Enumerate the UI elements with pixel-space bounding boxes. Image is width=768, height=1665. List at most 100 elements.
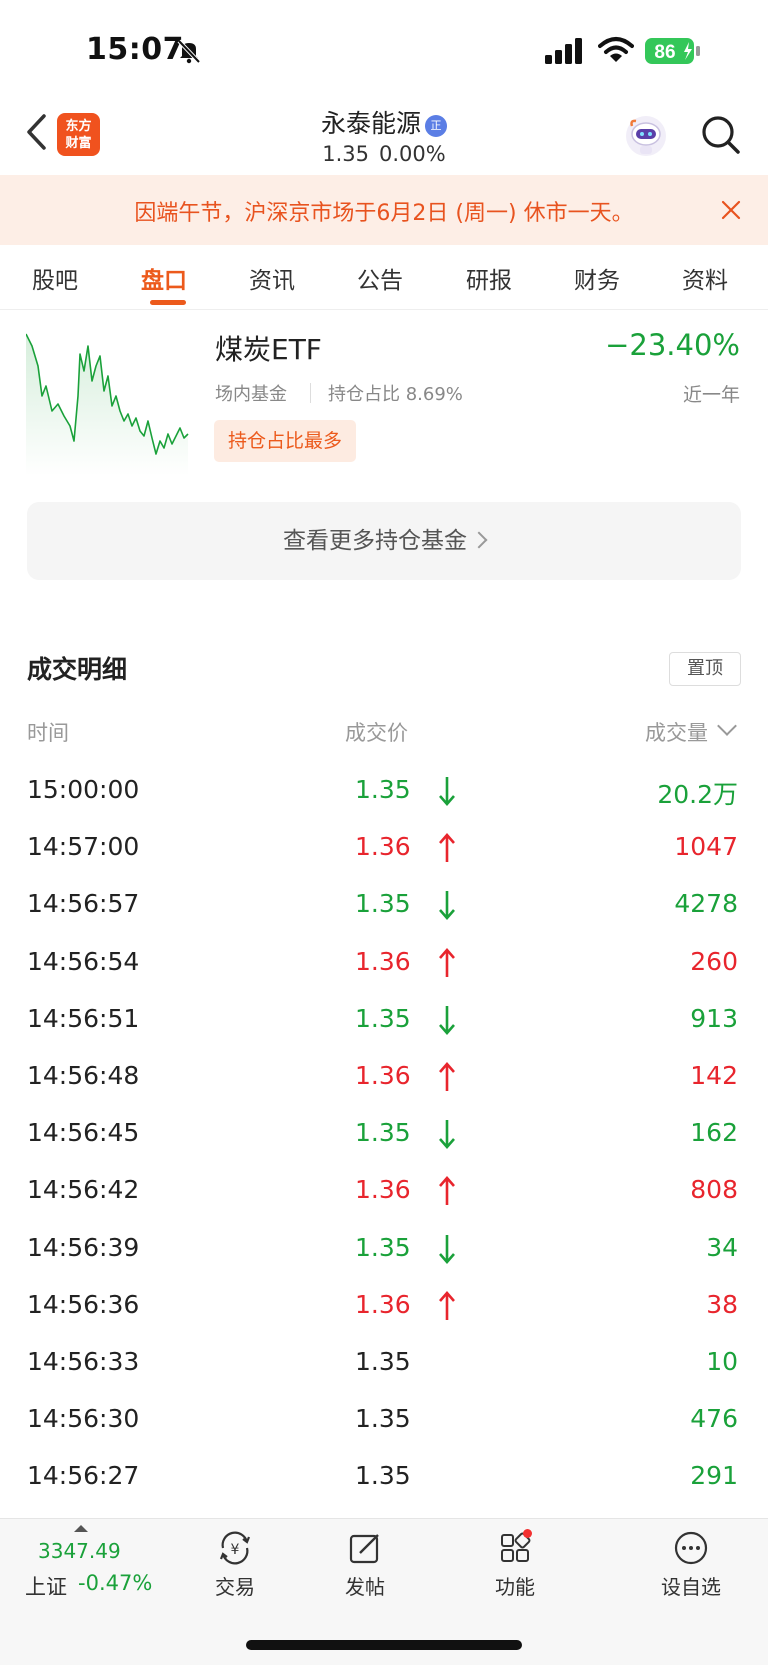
status-bar: 15:07 86	[0, 0, 768, 100]
table-row: 14:56:39 1.35 34	[0, 1223, 768, 1280]
trade-price: 1.35	[355, 1232, 411, 1262]
stock-name: 永泰能源	[320, 109, 421, 138]
index-value[interactable]: 3347.49	[38, 1539, 121, 1563]
trade-volume: 10	[706, 1346, 738, 1376]
tab-bar: 股吧 盘口 资讯 公告 研报 财务 资料	[0, 245, 768, 310]
svg-text:¥: ¥	[231, 1542, 240, 1558]
svg-text:86: 86	[654, 42, 675, 63]
fund-period: 近一年	[682, 384, 740, 406]
table-row: 14:56:51 1.35 913	[0, 994, 768, 1051]
trade-price: 1.36	[355, 832, 411, 862]
trade-price: 1.36	[355, 1060, 411, 1090]
arrow-down-icon	[439, 1234, 455, 1264]
trade-volume: 38	[706, 1289, 738, 1319]
trade-price: 1.35	[355, 1118, 411, 1148]
holding-fund-card[interactable]: 煤炭ETF −23.40% 场内基金 持仓占比 8.69% 近一年 持仓占比最多	[0, 310, 768, 480]
trade-time: 14:56:48	[27, 1060, 140, 1090]
nav-add-watchlist[interactable]: 设自选	[636, 1529, 746, 1600]
battery-icon: 86	[645, 38, 700, 64]
trade-price: 1.36	[355, 1289, 411, 1319]
trade-time: 14:56:51	[27, 1003, 140, 1033]
tab-research[interactable]: 研报	[466, 261, 512, 295]
trade-volume: 291	[690, 1461, 738, 1491]
trade-time: 14:56:45	[27, 1118, 140, 1148]
status-time: 15:07	[86, 32, 184, 67]
notification-dot	[523, 1529, 532, 1538]
nav-add-watchlist-label: 设自选	[661, 1575, 721, 1599]
table-row: 14:56:54 1.36 260	[0, 937, 768, 994]
nav-post[interactable]: 发帖	[310, 1529, 420, 1600]
wifi-icon	[598, 37, 634, 62]
tab-finance[interactable]: 财务	[574, 261, 620, 295]
trade-detail-title: 成交明细	[27, 655, 128, 684]
trade-price: 1.35	[355, 1346, 411, 1376]
trade-time: 14:56:42	[27, 1175, 140, 1205]
arrow-up-icon	[439, 1061, 455, 1091]
post-icon	[349, 1534, 379, 1564]
chevron-down-icon[interactable]	[717, 716, 737, 736]
tab-guba[interactable]: 股吧	[32, 261, 78, 295]
trade-price: 1.35	[355, 1461, 411, 1491]
arrow-down-icon	[439, 1120, 455, 1150]
stock-price: 1.35	[322, 142, 370, 166]
fund-name: 煤炭ETF	[215, 333, 322, 366]
tab-news[interactable]: 资讯	[249, 261, 295, 295]
arrow-down-icon	[439, 1005, 455, 1035]
trade-volume: 20.2万	[657, 780, 738, 809]
trade-time: 14:56:54	[27, 946, 140, 976]
view-more-funds-button[interactable]: 查看更多持仓基金	[27, 502, 741, 580]
trade-time: 14:56:36	[27, 1289, 140, 1319]
arrow-up-icon	[439, 947, 455, 977]
close-icon[interactable]	[720, 199, 742, 221]
index-change[interactable]: -0.47%	[78, 1571, 152, 1595]
tab-pankou[interactable]: 盘口	[141, 261, 187, 295]
pin-top-button[interactable]: 置顶	[669, 652, 741, 686]
trade-price: 1.35	[355, 889, 411, 919]
trade-volume: 1047	[674, 832, 738, 862]
more-icon	[674, 1531, 708, 1565]
table-row: 14:56:57 1.35 4278	[0, 879, 768, 936]
tab-announcements[interactable]: 公告	[357, 261, 403, 295]
table-row: 14:56:48 1.36 142	[0, 1051, 768, 1108]
bell-muted-icon	[177, 39, 201, 64]
table-row: 14:56:42 1.36 808	[0, 1165, 768, 1222]
column-header-time: 时间	[27, 721, 69, 745]
view-more-funds-label: 查看更多持仓基金	[283, 528, 467, 554]
fund-type: 场内基金	[215, 384, 287, 405]
index-name[interactable]: 上证	[25, 1571, 67, 1601]
fund-tag: 持仓占比最多	[214, 420, 357, 462]
trade-time: 14:56:27	[27, 1461, 140, 1491]
table-row: 14:56:27 1.35 291	[0, 1451, 768, 1508]
trade-time: 14:57:00	[27, 832, 140, 862]
search-icon[interactable]	[700, 114, 742, 156]
trade-time: 15:00:00	[27, 775, 140, 804]
assistant-robot-icon[interactable]	[624, 114, 668, 158]
trade-price: 1.36	[355, 1175, 411, 1205]
notice-text: 因端午节，沪深京市场于6月2日 (周一) 休市一天。	[134, 201, 634, 226]
stock-header: 东方 财富 永泰能源正 1.35 0.00%	[0, 100, 768, 175]
nav-functions[interactable]: 功能	[460, 1529, 570, 1600]
fund-change: −23.40%	[605, 328, 740, 362]
column-header-volume[interactable]: 成交量	[645, 717, 708, 747]
stock-change: 0.00%	[379, 142, 446, 166]
table-row: 14:57:00 1.36 1047	[0, 822, 768, 879]
trade-icon: ¥	[219, 1531, 251, 1565]
arrow-up-icon	[439, 833, 455, 863]
arrow-up-icon	[439, 1176, 455, 1206]
caret-up-icon[interactable]	[74, 1525, 88, 1532]
trade-time: 14:56:33	[27, 1346, 140, 1376]
nav-functions-label: 功能	[495, 1575, 535, 1599]
trade-time: 14:56:57	[27, 889, 140, 919]
active-tab-indicator	[150, 300, 186, 305]
trade-list: 15:00:00 1.35 20.2万 14:57:00 1.36 1047 14:56:5…	[0, 765, 768, 1508]
trade-price: 1.35	[355, 1404, 411, 1434]
tab-profile[interactable]: 资料	[682, 261, 728, 295]
trade-volume: 4278	[674, 889, 738, 919]
trade-volume: 162	[690, 1118, 738, 1148]
nav-trade[interactable]: ¥ 交易	[180, 1529, 290, 1600]
arrow-down-icon	[439, 777, 455, 806]
trade-time: 14:56:39	[27, 1232, 140, 1262]
fund-holding-ratio: 持仓占比 8.69%	[328, 384, 463, 405]
trade-volume: 260	[690, 946, 738, 976]
trade-volume: 476	[690, 1404, 738, 1434]
